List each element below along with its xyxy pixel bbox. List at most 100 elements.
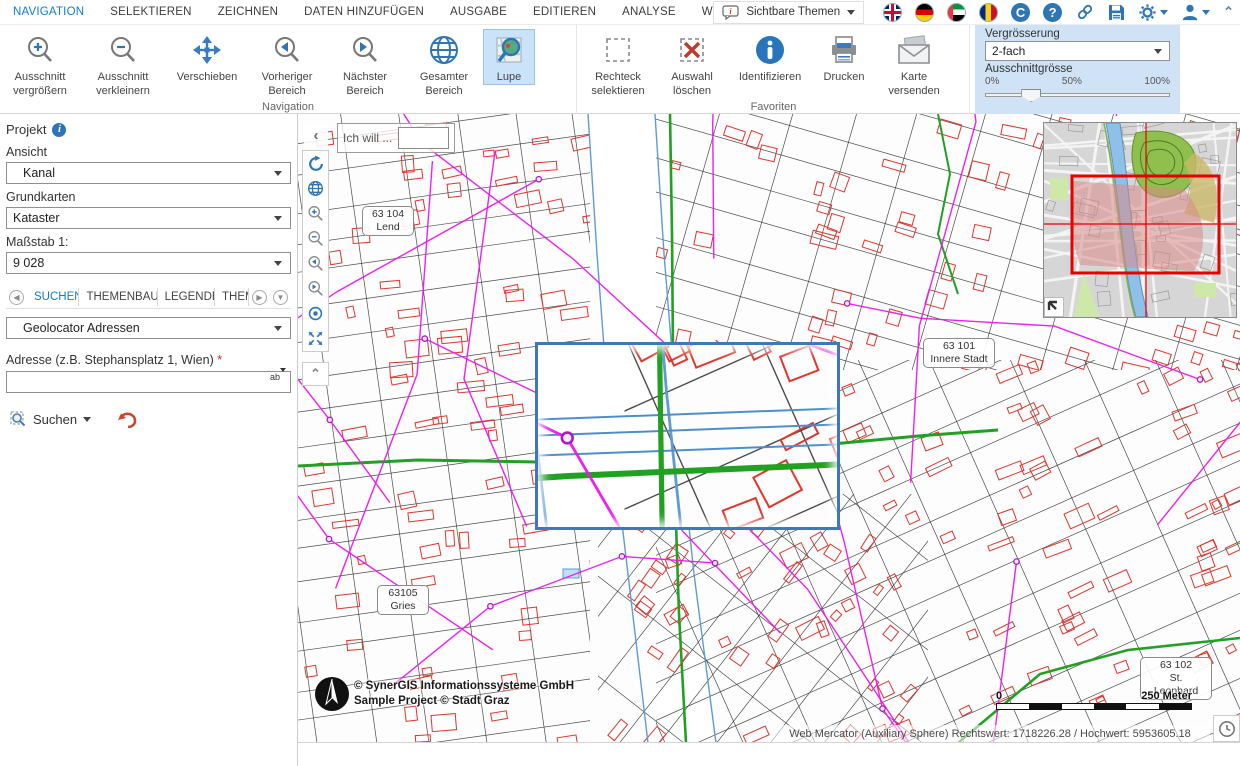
ribbon-group-favoriten: Rechteck selektieren Auswahl löschen Ide… [578,25,970,114]
address-value [7,375,12,389]
dashed-rectangle-icon [604,32,632,68]
search-button-label: Suchen [33,412,77,427]
extent-size-slider[interactable] [985,87,1170,103]
scale-start: 0 [996,690,1002,702]
print-button[interactable]: Drucken [814,30,874,84]
search-icon [10,411,27,428]
address-input[interactable]: ab [6,371,291,393]
flag-germany-icon[interactable] [915,3,934,22]
chevron-down-icon [274,261,282,266]
magnification-select[interactable]: 2-fach [985,41,1170,61]
visible-themes-button[interactable]: i Sichtbare Themen [713,1,864,24]
massstab-select[interactable]: 9 028 [6,252,291,274]
ribbon-toolbar: Ausschnitt vergrößern Ausschnitt verklei… [0,24,1240,114]
geolocator-select[interactable]: Geolocator Adressen [6,317,291,339]
time-slider-button[interactable] [1213,715,1240,742]
clear-selection-icon [678,32,706,68]
next-extent-button[interactable]: Nächster Bereich [326,30,404,99]
button-label: Ausschnitt vergrößern [0,70,80,99]
center-map-icon[interactable] [303,301,328,326]
chevron-down-icon [847,10,855,15]
menubar: NAVIGATION SELEKTIEREN ZEICHNEN DATEN HI… [0,0,1240,24]
button-label: Auswahl löschen [658,70,726,99]
iwill-input[interactable] [398,127,449,149]
chevron-down-icon [274,216,282,221]
district-label-gries: 63105Gries [377,585,429,615]
ribbon-group-navigation: Ausschnitt vergrößern Ausschnitt verklei… [0,25,577,114]
menubar-utilities: i Sichtbare Themen C ? [713,0,1234,24]
menu-daten-hinzufuegen[interactable]: DATEN HINZUFÜGEN [291,0,437,24]
magnifier-forward-icon [350,32,380,68]
iwill-search-box: Ich will ... [337,123,455,153]
tabs-scroll-right-icon[interactable]: ▶ [252,290,267,305]
ansicht-select[interactable]: Kanal [6,162,291,184]
zoom-out-small-icon[interactable] [303,226,328,251]
menu-selektieren[interactable]: SELEKTIEREN [97,0,204,24]
link-icon[interactable] [1075,2,1095,22]
slider-thumb[interactable] [1021,89,1041,102]
previous-extent-button[interactable]: Vorheriger Bereich [248,30,326,99]
tab-themen-clipped[interactable]: THEM [215,288,249,306]
full-extent-globe-icon[interactable] [303,176,328,201]
flag-uk-icon[interactable] [883,3,902,22]
user-button[interactable] [1181,3,1210,21]
chevron-down-icon [1202,10,1210,15]
move-arrows-icon [191,32,223,68]
copyright-line2: Sample Project © Stadt Graz [354,694,574,709]
search-button[interactable]: Suchen [6,409,95,430]
tab-themenbaum[interactable]: THEMENBAUM [79,288,157,306]
menu-ausgabe[interactable]: AUSGABE [437,0,520,24]
next-extent-small-icon[interactable] [303,276,328,301]
flag-uae-icon[interactable] [947,3,966,22]
clear-selection-button[interactable]: Auswahl löschen [658,30,726,99]
menu-analyse[interactable]: ANALYSE [609,0,689,24]
tab-suchen[interactable]: SUCHEN [27,288,79,306]
button-label: Identifizieren [739,70,801,84]
magnifier-plus-icon [25,32,55,68]
identify-button[interactable]: Identifizieren [726,30,814,84]
refresh-icon[interactable] [303,151,328,176]
collapse-ribbon-icon[interactable]: ⌃ [1223,4,1234,20]
zoom-in-small-icon[interactable] [303,201,328,226]
c-badge-icon[interactable]: C [1011,3,1030,22]
magnifier-tool-button[interactable]: Lupe [484,30,534,84]
map-toolbar-collapse-icon[interactable]: ⌃ [302,362,329,386]
sidebar-collapse-button[interactable]: ‹ [304,125,328,149]
settings-button[interactable] [1138,3,1168,22]
map-viewport[interactable]: Ich will ... ‹ ⌃ 63 104Lend [298,114,1240,743]
coordinate-statusbar: Web Mercator (Auxiliary Sphere) Rechtswe… [770,725,1210,743]
tabs-overflow-icon[interactable]: ▼ [273,290,288,305]
menu-editieren[interactable]: EDITIEREN [520,0,609,24]
help-icon[interactable]: ? [1043,3,1062,22]
tabs-scroll-left-icon[interactable]: ◀ [9,290,24,305]
menu-zeichnen[interactable]: ZEICHNEN [205,0,291,24]
group-label-favoriten: Favoriten [578,101,969,113]
info-circle-icon [754,32,786,68]
save-icon[interactable] [1108,4,1125,21]
zoom-out-button[interactable]: Ausschnitt verkleinern [80,30,166,99]
chevron-down-icon [1154,49,1162,54]
expand-extent-icon[interactable] [303,326,328,351]
zoom-in-button[interactable]: Ausschnitt vergrößern [0,30,80,99]
magnifier-settings-panel: Vergrösserung 2-fach Ausschnittgrösse 0%… [975,25,1180,114]
autocomplete-icon[interactable]: ab [270,373,286,382]
grundkarten-select[interactable]: Kataster [6,207,291,229]
magnifier-minus-icon [108,32,138,68]
tab-legende[interactable]: LEGENDE [158,288,215,306]
ansicht-label: Ansicht [6,145,291,159]
project-info-icon[interactable]: i [52,123,66,137]
button-label: Vorheriger Bereich [248,70,326,99]
overview-collapse-button[interactable] [1044,297,1064,317]
iwill-label: Ich will ... [343,131,392,145]
previous-extent-small-icon[interactable] [303,251,328,276]
overview-map[interactable] [1043,122,1237,318]
undo-icon[interactable] [117,412,137,428]
chevron-down-icon [1160,10,1168,15]
send-map-button[interactable]: Karte versenden [874,30,954,99]
full-extent-button[interactable]: Gesamter Bereich [404,30,484,99]
menu-navigation[interactable]: NAVIGATION [0,0,97,24]
slider-track[interactable] [985,93,1170,97]
select-rectangle-button[interactable]: Rechteck selektieren [578,30,658,99]
pan-button[interactable]: Verschieben [166,30,248,84]
flag-romania-icon[interactable] [979,3,998,22]
